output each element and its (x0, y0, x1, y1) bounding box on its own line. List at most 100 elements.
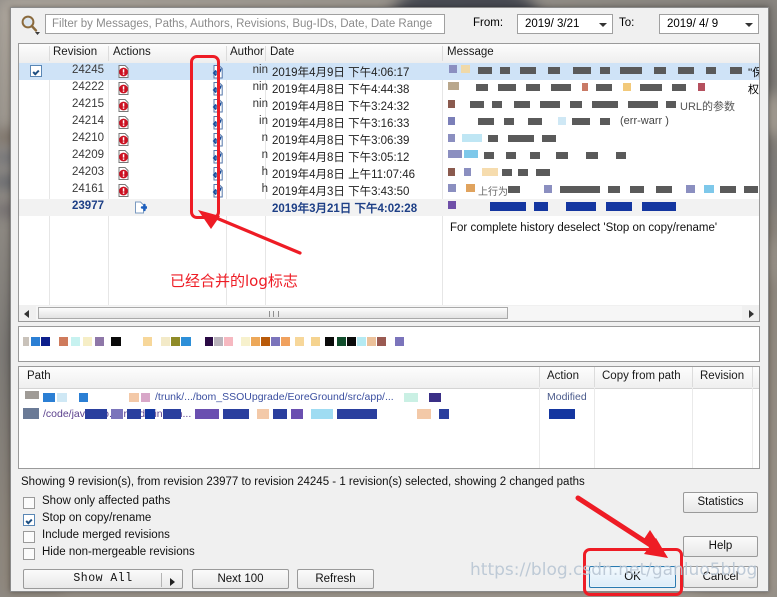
row-date: 2019年4月8日 下午3:05:12 (272, 152, 410, 164)
commit-message-preview[interactable] (18, 326, 760, 362)
log-rows[interactable]: 24245 nin 2019年4月9日 下午4:06:17 '' 24222 n… (19, 63, 759, 314)
checkbox-label: Show only affected paths (42, 495, 171, 507)
modified-icon (117, 184, 130, 197)
revision-log-list[interactable]: Revision Actions Author Date Message 242… (18, 43, 760, 315)
table-row[interactable]: 24214 in 2019年4月8日 下午3:16:33 (err-warr) (19, 114, 759, 131)
table-row[interactable]: 24161 h 2019年4月3日 下午3:43:50 上行为 (19, 182, 759, 199)
column-header-path[interactable]: Path (27, 370, 51, 382)
table-row[interactable]: 24215 nin 2019年4月8日 下午3:24:32 URL的参数 (19, 97, 759, 114)
modified-icon (117, 150, 130, 163)
row-message-redacted (448, 131, 759, 148)
row-revision: 24245 (72, 64, 104, 76)
log-list-hscrollbar[interactable] (18, 305, 760, 322)
row-revision: 24203 (72, 166, 104, 178)
row-message-redacted (448, 199, 759, 216)
checkbox-stop-on-copy-rename[interactable]: Stop on copy/rename (23, 512, 283, 529)
row-revision: 24214 (72, 115, 104, 127)
row-message-redacted: ''保存 (448, 63, 759, 80)
help-label: Help (708, 540, 733, 552)
column-header-author[interactable]: Author (230, 46, 264, 58)
column-header-revision[interactable]: Revision (700, 370, 744, 382)
from-date-picker[interactable]: 2019/ 3/21 (517, 14, 613, 34)
path-row-text: /trunk/.../bom_SSOUpgrade/EoreGround/src… (155, 391, 394, 403)
modified-icon (117, 167, 130, 180)
statistics-button[interactable]: Statistics (683, 492, 758, 513)
checkbox-box[interactable] (23, 548, 35, 560)
checkbox-show-only-affected-paths[interactable]: Show only affected paths (23, 495, 283, 512)
table-row[interactable]: 24210 n 2019年4月8日 下午3:06:39 (19, 131, 759, 148)
path-table-header: Path Action Copy from path Revision (19, 367, 759, 389)
status-line: Showing 9 revision(s), from revision 239… (21, 476, 585, 488)
row-message-redacted (448, 148, 759, 165)
row-message-redacted: (err-warr ) (448, 114, 759, 131)
magnifier-icon[interactable] (19, 14, 41, 36)
modified-icon (117, 116, 130, 129)
row-message-redacted: 权标 (448, 80, 759, 97)
help-button[interactable]: Help (683, 536, 758, 557)
row-message-redacted: 上行为 (448, 182, 759, 199)
row-revision: 24161 (72, 183, 104, 195)
annotation-arrow-to-merge-icons (198, 210, 302, 255)
watermark: https://blog.csdn.net/ganluo5blog (470, 560, 758, 580)
row-revision: 24210 (72, 132, 104, 144)
scroll-right-icon[interactable] (743, 305, 759, 320)
to-date-picker[interactable]: 2019/ 4/ 9 (659, 14, 759, 34)
added-icon (134, 201, 147, 214)
modified-icon (117, 133, 130, 146)
row-revision: 24222 (72, 81, 104, 93)
next-100-button[interactable]: Next 100 (192, 569, 289, 589)
chevron-down-icon[interactable] (599, 23, 607, 27)
column-header-actions[interactable]: Actions (113, 46, 151, 58)
chevron-down-icon[interactable] (745, 23, 753, 27)
column-header-copy-from-path[interactable]: Copy from path (602, 370, 681, 382)
show-all-label: Show All (73, 572, 133, 585)
show-all-button[interactable]: Show All (23, 569, 183, 589)
row-author: n (261, 149, 268, 161)
filter-bar: Filter by Messages, Paths, Authors, Revi… (11, 8, 768, 41)
changed-paths-table[interactable]: Path Action Copy from path Revision /tru… (18, 366, 760, 469)
refresh-button[interactable]: Refresh (297, 569, 374, 589)
table-row[interactable]: 24222 nin 2019年4月8日 下午4:44:38 权 (19, 80, 759, 97)
table-row[interactable]: 24209 n 2019年4月8日 下午3:05:12 (19, 148, 759, 165)
row-message-redacted (448, 165, 759, 182)
table-row[interactable]: 24203 h 2019年4月8日 上午11:07:46 (19, 165, 759, 182)
to-date-value: 2019/ 4/ 9 (667, 18, 719, 30)
column-header-date[interactable]: Date (270, 46, 294, 58)
annotation-merged-log-note: 已经合并的log标志 (170, 272, 298, 290)
table-row[interactable]: 24245 nin 2019年4月9日 下午4:06:17 '' (19, 63, 759, 80)
scrollbar-grip-icon (269, 311, 279, 317)
checkbox-box[interactable] (23, 531, 35, 543)
path-row[interactable]: /trunk/.../bom_SSOUpgrade/EoreGround/src… (19, 390, 759, 406)
checkbox-hide-non-mergeable-revisions[interactable]: Hide non-mergeable revisions (23, 546, 283, 563)
column-header-revision[interactable]: Revision (53, 46, 97, 58)
history-hint: For complete history deselect 'Stop on c… (448, 221, 720, 235)
row-date: 2019年4月8日 下午3:06:39 (272, 135, 410, 147)
table-row[interactable]: 23977 2019年3月21日 下午4:02:28 (19, 199, 759, 216)
checkbox-box[interactable] (23, 514, 35, 526)
from-label: From: (473, 17, 504, 29)
row-date: 2019年4月8日 下午4:44:38 (272, 84, 410, 96)
scrollbar-thumb[interactable] (38, 307, 508, 319)
path-row[interactable]: /code/java/bro...gr/orderinfo/in... (19, 407, 759, 423)
log-list-header: Revision Actions Author Date Message (19, 44, 759, 64)
next-100-label: Next 100 (217, 573, 264, 585)
row-message-redacted: URL的参数 (448, 97, 759, 114)
checkbox-box[interactable] (23, 497, 35, 509)
to-label: To: (619, 17, 635, 29)
checkbox-include-merged-revisions[interactable]: Include merged revisions (23, 529, 283, 546)
row-checkbox[interactable] (30, 65, 42, 77)
row-date: 2019年4月3日 下午3:43:50 (272, 186, 410, 198)
path-row-action: Modified (547, 391, 587, 403)
row-date: 2019年4月8日 上午11:07:46 (272, 169, 415, 181)
row-date: 2019年4月8日 下午3:16:33 (272, 118, 410, 130)
column-header-action[interactable]: Action (547, 370, 579, 382)
chevron-right-icon[interactable] (170, 578, 175, 586)
filter-input[interactable]: Filter by Messages, Paths, Authors, Revi… (45, 14, 445, 34)
row-author: h (261, 183, 268, 195)
column-header-message[interactable]: Message (447, 46, 494, 58)
checkbox-label: Stop on copy/rename (42, 512, 152, 524)
refresh-label: Refresh (315, 573, 356, 585)
scroll-left-icon[interactable] (19, 305, 35, 320)
row-date: 2019年4月9日 下午4:06:17 (272, 67, 410, 79)
row-author: nin (252, 64, 268, 76)
